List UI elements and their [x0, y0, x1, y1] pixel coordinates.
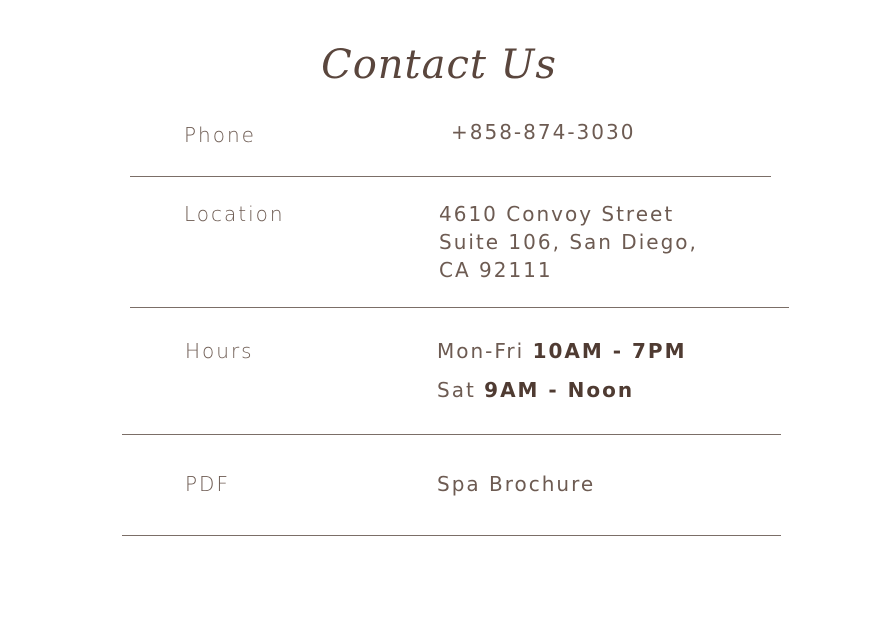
address-line-1: 4610 Convoy Street	[439, 202, 675, 226]
address-line-3: CA 92111	[439, 258, 553, 282]
location-address: 4610 Convoy Street Suite 106, San Diego,…	[439, 200, 698, 284]
saturday-time: 9AM - Noon	[484, 378, 635, 402]
saturday-hours: Sat 9AM - Noon	[437, 376, 634, 404]
divider-1	[130, 176, 771, 177]
saturday-prefix: Sat	[437, 378, 476, 402]
location-label: Location	[184, 202, 285, 226]
divider-4	[122, 535, 781, 536]
weekday-time: 10AM - 7PM	[532, 339, 687, 363]
spa-brochure-link[interactable]: Spa Brochure	[437, 470, 595, 498]
phone-label: Phone	[184, 123, 256, 147]
weekday-prefix: Mon-Fri	[437, 339, 525, 363]
pdf-label: PDF	[185, 472, 230, 496]
page-title: Contact Us	[321, 42, 557, 88]
address-line-2: Suite 106, San Diego,	[439, 230, 698, 254]
phone-number-link[interactable]: +858-874-3030	[451, 118, 635, 146]
hours-label: Hours	[185, 339, 254, 363]
divider-2	[130, 307, 789, 308]
weekday-hours: Mon-Fri 10AM - 7PM	[437, 337, 687, 365]
divider-3	[122, 434, 781, 435]
